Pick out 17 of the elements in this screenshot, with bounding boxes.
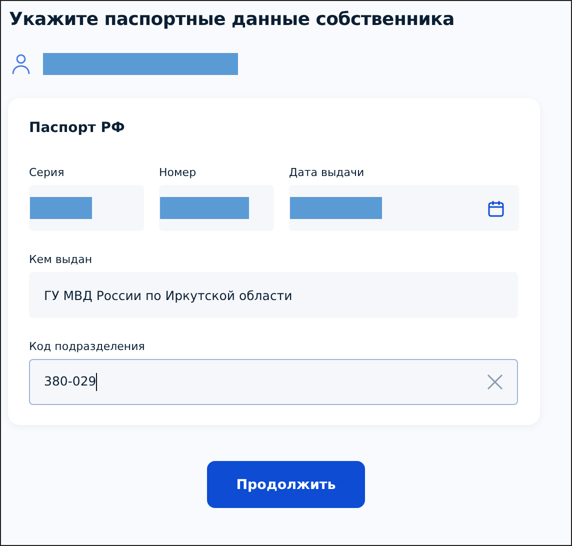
- field-label: Дата выдачи: [289, 166, 366, 179]
- field-label: Кем выдан: [29, 253, 94, 266]
- close-icon[interactable]: [487, 374, 503, 390]
- field-label: Код подразделения: [29, 340, 146, 353]
- field-label: Серия: [29, 166, 66, 179]
- input-field[interactable]: [29, 185, 144, 231]
- person-icon: [11, 53, 31, 75]
- input-field[interactable]: ГУ МВД России по Иркутской области: [29, 272, 518, 318]
- card-title: Паспорт РФ: [29, 120, 126, 136]
- input-field[interactable]: [159, 185, 274, 231]
- input-field[interactable]: [289, 185, 519, 231]
- redaction-bar: [30, 197, 92, 219]
- field-label: Номер: [159, 166, 198, 179]
- page-title: Укажите паспортные данные собственника: [9, 9, 456, 30]
- calendar-icon[interactable]: [488, 200, 504, 216]
- continue-button[interactable]: Продолжить: [207, 461, 365, 508]
- input-field[interactable]: 380-029: [29, 359, 518, 405]
